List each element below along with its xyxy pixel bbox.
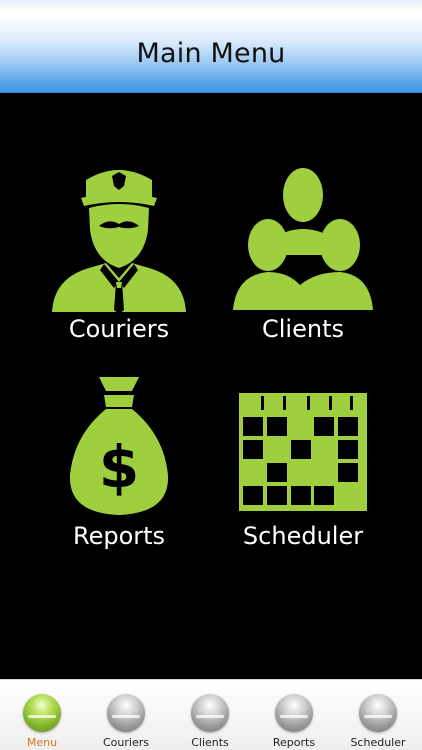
clients-tile[interactable]: Clients [228, 160, 378, 350]
scheduler-tab-icon [359, 694, 397, 732]
tab-couriers-label: Couriers [103, 736, 149, 749]
tab-menu-label: Menu [26, 736, 58, 749]
courier-icon [52, 170, 186, 314]
main-menu-screen: Main Menu Couriers Clients $ Reports Sch… [0, 0, 422, 750]
bottom-tab-bar: Menu Couriers Clients Reports Scheduler [0, 679, 422, 750]
clients-icon [233, 168, 373, 310]
tab-scheduler-label: Scheduler [350, 736, 406, 749]
tab-clients[interactable]: Clients [168, 680, 252, 750]
scheduler-label: Scheduler [242, 522, 364, 550]
page-title: Main Menu [136, 38, 286, 69]
title-bar: Main Menu [0, 0, 422, 93]
couriers-tile[interactable]: Couriers [44, 160, 194, 350]
tab-couriers[interactable]: Couriers [84, 680, 168, 750]
calendar-grid-icon [239, 393, 367, 511]
reports-label: Reports [72, 522, 166, 550]
clients-tab-icon [191, 694, 229, 732]
scheduler-tile[interactable]: Scheduler [228, 375, 378, 555]
svg-text:$: $ [99, 433, 139, 501]
tab-reports-label: Reports [272, 736, 316, 749]
tab-menu[interactable]: Menu [0, 680, 84, 750]
menu-tab-icon [23, 694, 61, 732]
tab-scheduler[interactable]: Scheduler [336, 680, 420, 750]
tab-reports[interactable]: Reports [252, 680, 336, 750]
reports-tile[interactable]: $ Reports [44, 375, 194, 555]
tab-clients-label: Clients [191, 736, 229, 749]
couriers-label: Couriers [68, 315, 170, 343]
clients-label: Clients [262, 315, 344, 343]
couriers-tab-icon [107, 694, 145, 732]
money-bag-icon: $ [69, 377, 169, 515]
reports-tab-icon [275, 694, 313, 732]
